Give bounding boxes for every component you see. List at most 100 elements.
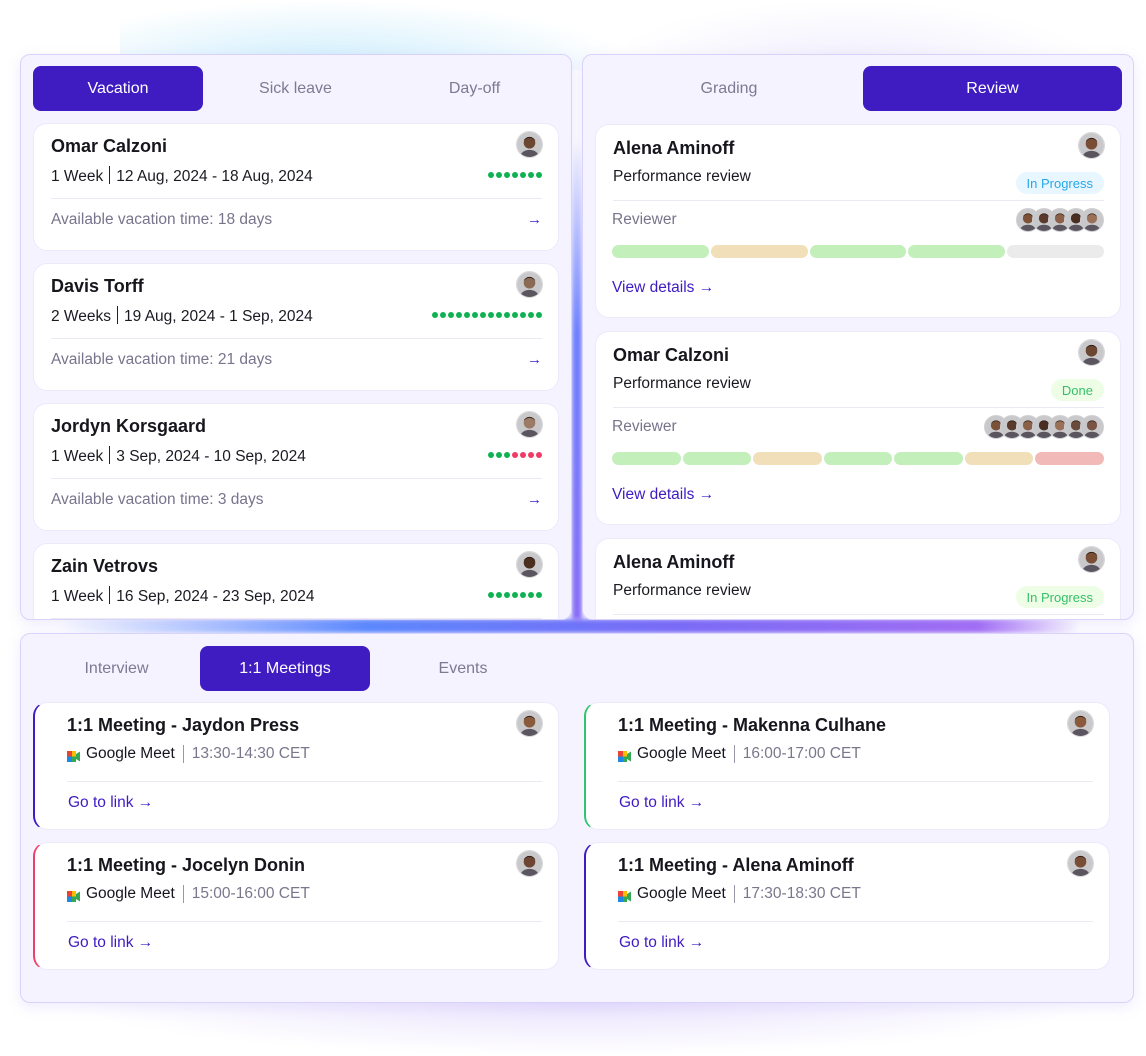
google-meet-icon xyxy=(618,889,631,902)
view-details-link[interactable]: View details → xyxy=(612,486,714,504)
go-to-link[interactable]: Go to link → xyxy=(619,794,704,812)
leave-panel: Vacation Sick leave Day-off Omar Calzoni… xyxy=(20,54,572,620)
separator xyxy=(182,745,184,763)
approved-day-dot xyxy=(440,312,446,318)
divider xyxy=(67,921,542,922)
review-type: Performance review xyxy=(613,168,751,185)
approved-day-dot xyxy=(512,312,518,318)
approved-day-dot xyxy=(488,452,494,458)
date-range: 19 Aug, 2024 - 1 Sep, 2024 xyxy=(124,308,313,325)
approved-day-dot xyxy=(496,452,502,458)
vacation-card[interactable]: Omar Calzoni 1 Week 12 Aug, 2024 - 18 Aug,… xyxy=(33,123,559,251)
meeting-time: 13:30-14:30 CET xyxy=(191,745,310,762)
meeting-info: Google Meet 15:00-16:00 CET xyxy=(67,885,310,903)
date-range: 12 Aug, 2024 - 18 Aug, 2024 xyxy=(116,168,313,185)
approved-day-dot xyxy=(488,312,494,318)
meeting-time: 15:00-16:00 CET xyxy=(191,885,310,902)
vacation-card[interactable]: Zain Vetrovs 1 Week 16 Sep, 2024 - 23 Sep,… xyxy=(33,543,559,619)
employee-name: Jordyn Korsgaard xyxy=(51,416,207,436)
go-to-link[interactable]: Go to link → xyxy=(68,794,153,812)
approved-day-dot xyxy=(504,592,510,598)
go-to-link[interactable]: Go to link → xyxy=(68,934,153,952)
approved-day-dot xyxy=(520,592,526,598)
meeting-info: Google Meet 13:30-14:30 CET xyxy=(67,745,310,763)
approved-day-dot xyxy=(456,312,462,318)
divider xyxy=(613,200,1104,201)
vacation-period: 1 Week 12 Aug, 2024 - 18 Aug, 2024 xyxy=(51,166,313,186)
google-meet-icon xyxy=(67,749,80,762)
progress-segment-green xyxy=(612,245,709,258)
avatar xyxy=(516,710,543,737)
approved-day-dot xyxy=(432,312,438,318)
meeting-title: 1:1 Meeting - Makenna Culhane xyxy=(618,715,887,735)
duration: 1 Week xyxy=(51,448,104,465)
google-meet-icon xyxy=(67,889,80,902)
tab-review[interactable]: Review xyxy=(863,66,1122,111)
avatar xyxy=(1078,546,1105,573)
approved-day-dot xyxy=(536,172,542,178)
reviewer-avatars[interactable] xyxy=(1016,208,1104,232)
duration: 1 Week xyxy=(51,168,104,185)
divider xyxy=(618,781,1093,782)
meeting-title: 1:1 Meeting - Alena Aminoff xyxy=(618,855,854,875)
meeting-title: 1:1 Meeting - Jocelyn Donin xyxy=(67,855,306,875)
meetings-panel: Interview 1:1 Meetings Events 1:1 Meetin… xyxy=(20,633,1134,1003)
day-status-dots xyxy=(488,452,542,458)
arrow-right-icon[interactable]: → xyxy=(527,211,542,228)
day-status-dots xyxy=(488,172,542,178)
meeting-time: 17:30-18:30 CET xyxy=(742,885,861,902)
meetings-tabs: Interview 1:1 Meetings Events xyxy=(33,646,561,691)
tab-grading[interactable]: Grading xyxy=(595,66,863,111)
vacation-card[interactable]: Davis Torff 2 Weeks 19 Aug, 2024 - 1 Sep, … xyxy=(33,263,559,391)
approved-day-dot xyxy=(496,172,502,178)
go-to-link[interactable]: Go to link → xyxy=(619,934,704,952)
tab-sick-leave[interactable]: Sick leave xyxy=(203,66,388,111)
meeting-info: Google Meet 16:00-17:00 CET xyxy=(618,745,861,763)
reviewer-avatars[interactable] xyxy=(984,415,1104,439)
tab-1-1-meetings[interactable]: 1:1 Meetings xyxy=(200,646,370,691)
reviewer-avatar xyxy=(1080,208,1104,232)
avatar xyxy=(516,411,543,438)
avatar xyxy=(1067,850,1094,877)
approved-day-dot xyxy=(504,312,510,318)
tab-day-off[interactable]: Day-off xyxy=(388,66,561,111)
progress-segment-tan xyxy=(964,452,1034,465)
progress-segment-green xyxy=(908,245,1006,258)
employee-name: Alena Aminoff xyxy=(613,552,735,572)
separator xyxy=(733,745,735,763)
platform: Google Meet xyxy=(637,885,726,902)
review-card: Omar Calzoni Performance review Done Review… xyxy=(595,331,1121,525)
vacation-card[interactable]: Jordyn Korsgaard 1 Week 3 Sep, 2024 - 10 S… xyxy=(33,403,559,531)
separator xyxy=(109,166,111,184)
background-glow xyxy=(60,1000,1100,1056)
divider xyxy=(613,407,1104,408)
progress-segment-green xyxy=(682,452,752,465)
avatar xyxy=(516,131,543,158)
avatar xyxy=(516,551,543,578)
employee-name: Omar Calzoni xyxy=(51,136,168,156)
tab-interview[interactable]: Interview xyxy=(33,646,200,691)
arrow-right-icon[interactable]: → xyxy=(527,491,542,508)
avatar xyxy=(1067,710,1094,737)
vacation-period: 1 Week 16 Sep, 2024 - 23 Sep, 2024 xyxy=(51,586,315,606)
tab-events[interactable]: Events xyxy=(370,646,556,691)
separator xyxy=(182,885,184,903)
avatar xyxy=(516,271,543,298)
tab-vacation[interactable]: Vacation xyxy=(33,66,203,111)
divider xyxy=(618,921,1093,922)
review-card: Alena Aminoff Performance review In Progre… xyxy=(595,124,1121,318)
unavailable-day-dot xyxy=(512,452,518,458)
available-vacation-time: Available vacation time: 3 days xyxy=(51,491,264,508)
employee-name: Omar Calzoni xyxy=(613,345,730,365)
platform: Google Meet xyxy=(637,745,726,762)
approved-day-dot xyxy=(520,172,526,178)
meeting-card: 1:1 Meeting - Alena Aminoff Google Meet 17… xyxy=(584,842,1110,970)
approved-day-dot xyxy=(480,312,486,318)
review-type: Performance review xyxy=(613,582,751,599)
approved-day-dot xyxy=(528,312,534,318)
view-details-link[interactable]: View details → xyxy=(612,279,714,297)
arrow-right-icon[interactable]: → xyxy=(527,351,542,368)
unavailable-day-dot xyxy=(520,452,526,458)
approved-day-dot xyxy=(464,312,470,318)
progress-segment-green xyxy=(809,245,907,258)
